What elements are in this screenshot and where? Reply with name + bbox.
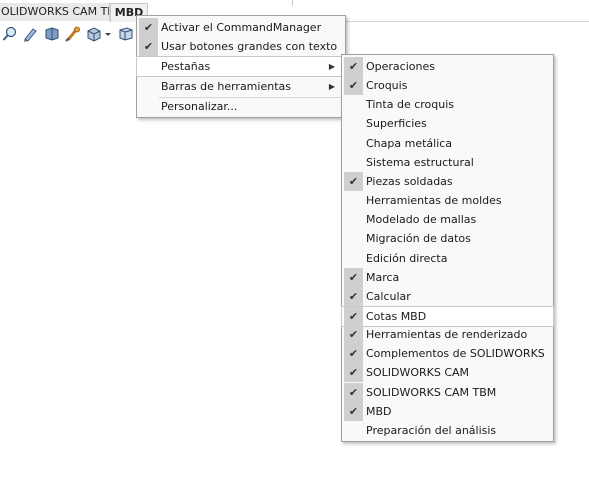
sketch-icon[interactable] [23, 26, 39, 42]
submenu-item-label: Tinta de croquis [366, 98, 455, 112]
submenu-item-label: Piezas soldadas [366, 174, 453, 188]
submenu-item[interactable]: ✔ Cotas MBD [341, 305, 554, 327]
submenu-item[interactable]: ✔ Calcular [342, 286, 553, 306]
submenu-item[interactable]: ✔ SOLIDWORKS CAM [342, 363, 553, 383]
check-icon: ✔ [344, 401, 363, 421]
check-icon: ✔ [344, 306, 363, 326]
submenu-item-label: Complementos de SOLIDWORKS [366, 347, 545, 361]
submenu-arrow-icon: ▶ [328, 82, 335, 91]
submenu-item[interactable]: Herramientas de moldes [342, 191, 553, 210]
check-icon: ✔ [344, 382, 363, 402]
cube-view-icon[interactable] [118, 26, 134, 42]
submenu-item-label: Calcular [366, 289, 411, 303]
submenu-item[interactable]: Migración de datos [342, 229, 553, 248]
submenu-item-label: Preparación del análisis [366, 423, 497, 437]
submenu-item[interactable]: Edición directa [342, 249, 553, 268]
zoom-icon[interactable] [2, 26, 18, 42]
submenu-item[interactable]: ✔ Operaciones [342, 57, 553, 76]
submenu-item-label: Modelado de mallas [366, 213, 477, 227]
submenu-item-label: Marca [366, 270, 400, 284]
submenu-item-label: MBD [366, 404, 392, 418]
tab-strip-separator [292, 0, 293, 6]
submenu-item-label: Cotas MBD [366, 309, 427, 323]
menu-item-usar-botones-grandes[interactable]: ✔ Usar botones grandes con texto [137, 37, 345, 56]
display-style-icon[interactable] [86, 26, 102, 42]
submenu-item[interactable]: ✔ SOLIDWORKS CAM TBM [342, 382, 553, 402]
submenu-item[interactable]: Tinta de croquis [342, 95, 553, 114]
menu-item-activar-commandmanager[interactable]: ✔ Activar el CommandManager [137, 18, 345, 37]
submenu-item[interactable]: ✔ Marca [342, 267, 553, 287]
submenu-item-label: Herramientas de renderizado [366, 328, 528, 342]
heads-up-toolbar [0, 24, 140, 44]
submenu-item[interactable]: ✔ Herramientas de renderizado [342, 325, 553, 345]
menu-item-pestanas[interactable]: Pestañas ▶ [136, 56, 346, 77]
tabs-submenu: ✔ Operaciones ✔ Croquis Tinta de croquis Supe… [341, 54, 554, 442]
submenu-arrow-icon: ▶ [328, 62, 335, 71]
submenu-item-label: Sistema estructural [366, 155, 474, 169]
context-menu: ✔ Activar el CommandManager ✔ Usar boton… [136, 15, 346, 118]
submenu-item[interactable]: ✔ Complementos de SOLIDWORKS [342, 344, 553, 364]
check-icon: ✔ [344, 344, 363, 364]
view-icon[interactable] [44, 26, 60, 42]
check-icon: ✔ [344, 325, 363, 345]
submenu-item-label: Operaciones [366, 60, 435, 73]
submenu-item[interactable]: Superficies [342, 114, 553, 133]
submenu-item-label: Chapa metálica [366, 136, 453, 150]
dropdown-arrow-icon[interactable] [104, 26, 112, 42]
check-icon: ✔ [139, 37, 158, 56]
submenu-item[interactable]: Chapa metálica [342, 134, 553, 153]
check-icon: ✔ [344, 171, 363, 191]
check-icon: ✔ [344, 267, 363, 287]
submenu-item-label: Herramientas de moldes [366, 194, 502, 208]
submenu-item[interactable]: ✔ Croquis [342, 76, 553, 96]
submenu-item[interactable]: ✔ Piezas soldadas [342, 171, 553, 191]
check-icon: ✔ [344, 76, 363, 96]
submenu-item-label: Migración de datos [366, 232, 471, 246]
appearance-icon[interactable] [65, 26, 81, 42]
submenu-item-label: Croquis [366, 79, 408, 93]
submenu-item[interactable]: Modelado de mallas [342, 210, 553, 229]
check-icon: ✔ [139, 18, 158, 37]
submenu-item-label: Superficies [366, 117, 427, 131]
submenu-item-label: SOLIDWORKS CAM TBM [366, 385, 497, 399]
check-icon: ✔ [344, 286, 363, 306]
check-icon: ✔ [344, 57, 363, 76]
submenu-item[interactable]: Sistema estructural [342, 153, 553, 172]
submenu-item-label: SOLIDWORKS CAM [366, 366, 470, 380]
tab-solidworks-cam-tbm[interactable]: OLIDWORKS CAM TBM [0, 3, 110, 21]
menu-item-barras-herramientas[interactable]: Barras de herramientas ▶ [137, 77, 345, 96]
check-icon: ✔ [344, 363, 363, 383]
submenu-item-label: Edición directa [366, 251, 448, 265]
submenu-item[interactable]: Preparación del análisis [342, 421, 553, 440]
menu-item-personalizar[interactable]: Personalizar... [137, 97, 345, 116]
submenu-item[interactable]: ✔ MBD [342, 401, 553, 421]
